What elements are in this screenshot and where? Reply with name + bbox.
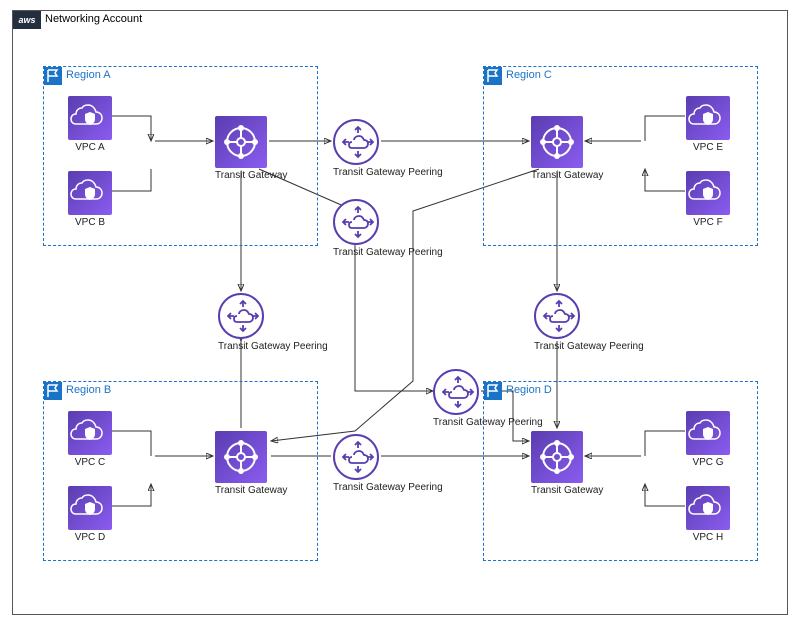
cloud-shield-icon <box>686 171 730 215</box>
peering-bd-label: Transit Gateway Peering <box>333 482 443 493</box>
vpc-h: VPC H <box>686 486 730 543</box>
peering-bd: Transit Gateway Peering <box>333 434 443 493</box>
networking-account-container: aws Networking Account <box>12 10 788 615</box>
vpc-e-label: VPC E <box>686 142 730 153</box>
peering-bc: Transit Gateway Peering <box>333 199 443 258</box>
peering-ac: Transit Gateway Peering <box>333 119 443 178</box>
aws-logo-icon: aws <box>13 11 41 29</box>
cloud-arrows-icon <box>333 199 379 245</box>
region-b-title: Region B <box>66 384 111 396</box>
tgw-c-label: Transit Gateway <box>531 170 603 181</box>
flag-icon <box>44 67 62 85</box>
vpc-d: VPC D <box>68 486 112 543</box>
peering-ac-label: Transit Gateway Peering <box>333 167 443 178</box>
cloud-shield-icon <box>686 486 730 530</box>
region-a-title: Region A <box>66 69 111 81</box>
vpc-c-label: VPC C <box>68 457 112 468</box>
region-c-title: Region C <box>506 69 552 81</box>
vpc-b-label: VPC B <box>68 217 112 228</box>
tgw-b-label: Transit Gateway <box>215 485 287 496</box>
hub-spoke-icon <box>215 431 267 483</box>
cloud-arrows-icon <box>333 434 379 480</box>
cloud-arrows-icon <box>333 119 379 165</box>
transit-gateway-a: Transit Gateway <box>215 116 287 181</box>
container-title: Networking Account <box>45 13 142 25</box>
cloud-arrows-icon <box>218 293 264 339</box>
vpc-a-label: VPC A <box>68 142 112 153</box>
vpc-f-label: VPC F <box>686 217 730 228</box>
cloud-arrows-icon <box>534 293 580 339</box>
vpc-h-label: VPC H <box>686 532 730 543</box>
cloud-arrows-icon <box>433 369 479 415</box>
vpc-c: VPC C <box>68 411 112 468</box>
vpc-a: VPC A <box>68 96 112 153</box>
transit-gateway-c: Transit Gateway <box>531 116 603 181</box>
hub-spoke-icon <box>531 431 583 483</box>
vpc-g: VPC G <box>686 411 730 468</box>
vpc-d-label: VPC D <box>68 532 112 543</box>
hub-spoke-icon <box>531 116 583 168</box>
cloud-shield-icon <box>686 96 730 140</box>
tgw-a-label: Transit Gateway <box>215 170 287 181</box>
vpc-e: VPC E <box>686 96 730 153</box>
transit-gateway-d: Transit Gateway <box>531 431 603 496</box>
peering-cd: Transit Gateway Peering <box>534 293 644 352</box>
peering-bc-label: Transit Gateway Peering <box>333 247 443 258</box>
cloud-shield-icon <box>68 171 112 215</box>
cloud-shield-icon <box>68 96 112 140</box>
cloud-shield-icon <box>686 411 730 455</box>
peering-cd-label: Transit Gateway Peering <box>534 341 644 352</box>
cloud-shield-icon <box>68 411 112 455</box>
transit-gateway-b: Transit Gateway <box>215 431 287 496</box>
peering-ad: Transit Gateway Peering <box>433 369 543 428</box>
vpc-g-label: VPC G <box>686 457 730 468</box>
peering-ab-label: Transit Gateway Peering <box>218 341 328 352</box>
cloud-shield-icon <box>68 486 112 530</box>
peering-ad-label: Transit Gateway Peering <box>433 417 543 428</box>
vpc-f: VPC F <box>686 171 730 228</box>
peering-ab: Transit Gateway Peering <box>218 293 328 352</box>
tgw-d-label: Transit Gateway <box>531 485 603 496</box>
hub-spoke-icon <box>215 116 267 168</box>
flag-icon <box>484 67 502 85</box>
flag-icon <box>44 382 62 400</box>
vpc-b: VPC B <box>68 171 112 228</box>
